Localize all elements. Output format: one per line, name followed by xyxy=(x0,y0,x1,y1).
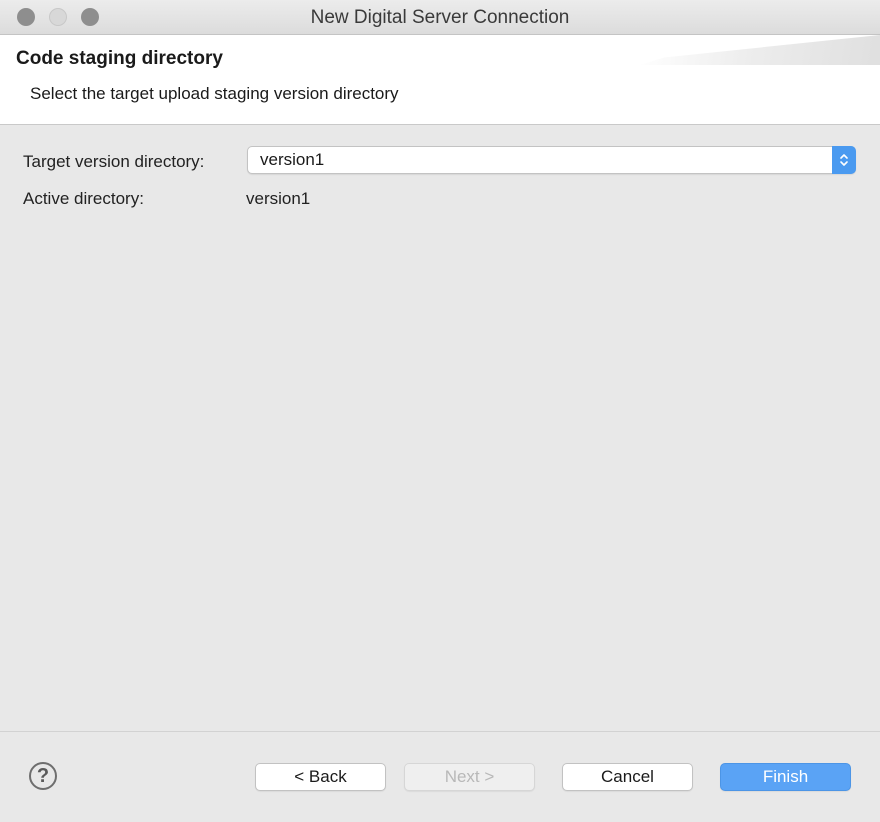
finish-button[interactable]: Finish xyxy=(720,763,851,791)
target-version-value: version1 xyxy=(260,150,325,169)
active-directory-value: version1 xyxy=(246,189,311,208)
wizard-content: Target version directory: version1 Activ… xyxy=(0,125,880,731)
wizard-header: Code staging directory Select the target… xyxy=(0,35,880,125)
page-description: Select the target upload staging version… xyxy=(30,84,399,103)
header-decoration xyxy=(640,35,880,65)
active-directory-label: Active directory: xyxy=(23,189,144,208)
button-bar: ? < Back Next > Cancel Finish xyxy=(0,731,880,822)
chevron-up-down-icon[interactable] xyxy=(832,146,856,174)
next-button[interactable]: Next > xyxy=(404,763,535,791)
help-icon[interactable]: ? xyxy=(29,762,57,790)
title-bar: New Digital Server Connection xyxy=(0,0,880,35)
window-title: New Digital Server Connection xyxy=(310,7,570,28)
page-title: Code staging directory xyxy=(16,48,223,69)
cancel-button[interactable]: Cancel xyxy=(562,763,693,791)
target-version-select[interactable]: version1 xyxy=(247,146,856,174)
dialog-window: New Digital Server Connection Code stagi… xyxy=(0,0,880,822)
back-button[interactable]: < Back xyxy=(255,763,386,791)
target-version-label: Target version directory: xyxy=(23,152,205,171)
